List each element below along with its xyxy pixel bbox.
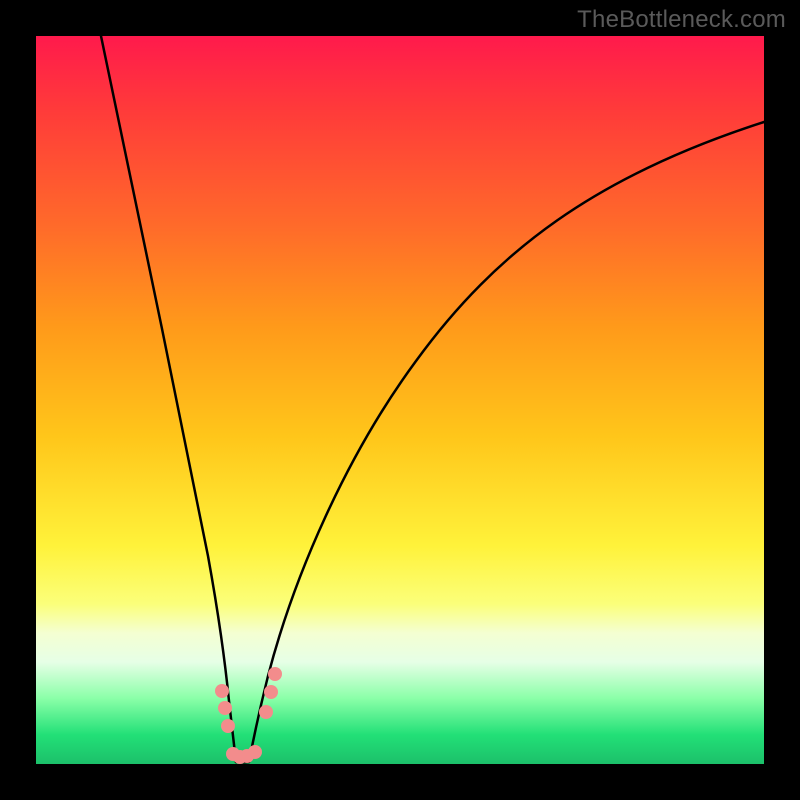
curve-marker xyxy=(248,745,262,759)
curve-marker xyxy=(259,705,273,719)
watermark-text: TheBottleneck.com xyxy=(577,6,786,34)
curve-marker xyxy=(268,667,282,681)
chart-frame: TheBottleneck.com xyxy=(0,0,800,800)
plot-area xyxy=(36,36,764,764)
bottleneck-left-branch xyxy=(101,36,236,762)
curve-marker xyxy=(264,685,278,699)
curve-marker xyxy=(215,684,229,698)
curve-marker xyxy=(218,701,232,715)
bottleneck-right-branch xyxy=(249,122,764,762)
curve-layer xyxy=(36,36,764,764)
curve-marker xyxy=(221,719,235,733)
